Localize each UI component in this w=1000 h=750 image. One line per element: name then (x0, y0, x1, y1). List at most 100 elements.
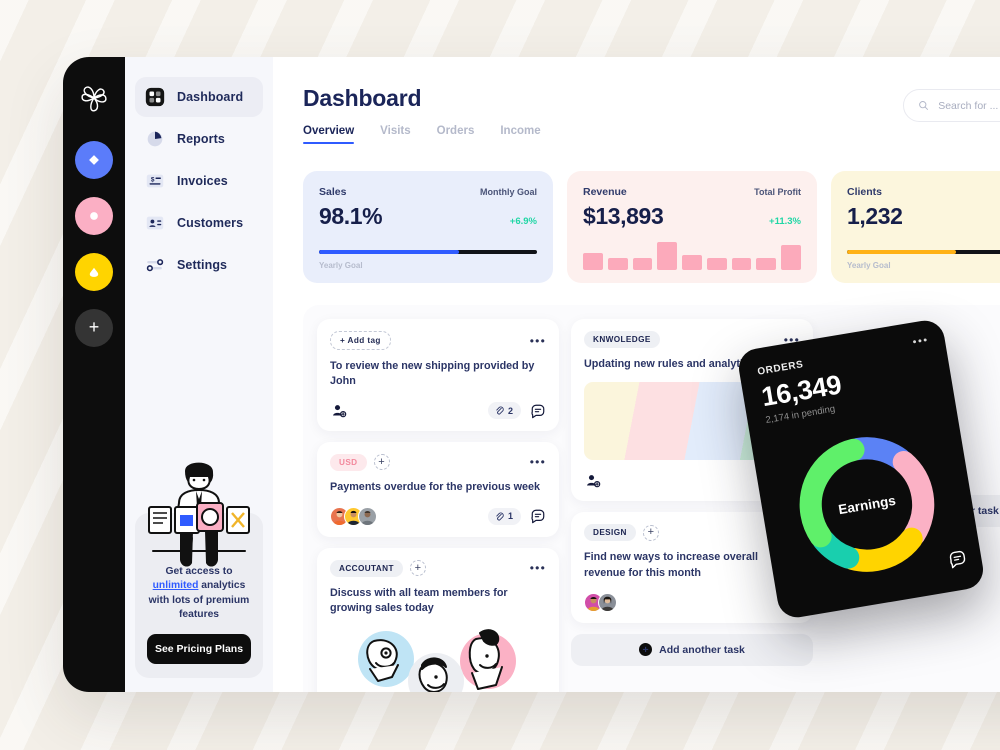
task-header: ACCOUTANT + ••• (330, 559, 546, 577)
task-header: KNWOLEDGE ••• (584, 331, 800, 348)
svg-text:$: $ (151, 177, 155, 184)
sparkline-bar (632, 258, 653, 270)
page-title: Dashboard (303, 85, 422, 111)
sidebar-item-invoices[interactable]: $ Invoices (135, 161, 263, 201)
stat-value-row: 1,232 +3.2% (847, 203, 1000, 230)
stat-card-clients: Clients Subscribed 1,232 +3.2% Yearly Go… (831, 171, 1000, 283)
add-task-label: Add another task (659, 643, 745, 656)
task-tag[interactable]: KNWOLEDGE (584, 331, 660, 348)
grid-icon (145, 87, 165, 107)
pie-chart-icon (147, 131, 163, 147)
avatar[interactable] (598, 592, 617, 612)
user-card-icon (146, 216, 164, 230)
attachment-count[interactable]: 2 (487, 402, 521, 420)
add-tag-icon[interactable]: + (642, 524, 659, 541)
workspace-blue[interactable] (75, 141, 113, 179)
add-person-icon[interactable] (584, 472, 602, 490)
sidebar: Dashboard Reports $ Invoices Customers S… (125, 57, 273, 692)
task-text: Find new ways to increase overall revenu… (584, 551, 759, 579)
tab-income[interactable]: Income (500, 125, 540, 144)
stat-value-row: $13,893 +11.3% (583, 203, 801, 230)
stat-delta: +6.9% (509, 216, 537, 227)
plus-icon: + (88, 317, 100, 337)
sidebar-item-settings[interactable]: Settings (135, 245, 263, 285)
tab-overview[interactable]: Overview (303, 125, 355, 144)
avatar-group (584, 592, 617, 612)
screen: + Dashboard Reports $ Invoices Customers… (0, 0, 1000, 750)
workspace-yellow[interactable] (75, 253, 113, 291)
progress-track (319, 250, 537, 254)
add-tag-icon[interactable]: + (373, 454, 390, 471)
orders-card[interactable]: ••• ORDERS 16,349 2,174 in pending Earni… (735, 317, 987, 621)
add-task-button[interactable]: + Add another task (571, 633, 813, 666)
sidebar-item-label: Reports (177, 132, 225, 146)
sparkline-bar (682, 254, 702, 270)
task-footer: 2 (330, 402, 546, 420)
avatar-group (330, 506, 377, 526)
search-icon (919, 101, 929, 110)
board-column-1: + Add tag ••• To review the new shipping… (317, 319, 559, 692)
paperclip-icon (496, 406, 504, 415)
sidebar-item-reports[interactable]: Reports (135, 119, 263, 159)
sparkline-bar (781, 244, 802, 270)
avatar[interactable] (358, 506, 377, 526)
sidebar-item-customers[interactable]: Customers (135, 203, 263, 243)
search-bar[interactable] (903, 89, 1000, 122)
task-tag[interactable]: USD (330, 453, 367, 471)
search-input[interactable] (938, 99, 1000, 112)
add-person-icon[interactable] (330, 402, 348, 420)
add-tag-icon[interactable]: + (409, 560, 426, 577)
promo-link[interactable]: unlimited (153, 580, 199, 591)
workspace-pink[interactable] (75, 197, 113, 235)
task-header: USD + ••• (330, 453, 546, 471)
more-horizontal-icon[interactable]: ••• (530, 456, 546, 468)
sidebar-item-label: Settings (177, 258, 228, 272)
more-horizontal-icon[interactable]: ••• (530, 335, 546, 347)
stat-header: Sales Monthly Goal (319, 186, 537, 198)
promo-card: Get access to unlimited analytics with l… (135, 462, 263, 678)
earnings-donut-chart: Earnings (782, 419, 952, 589)
sliders-icon (146, 259, 164, 272)
workspace-add-button[interactable]: + (75, 309, 113, 347)
task-tag[interactable]: DESIGN (584, 524, 636, 542)
stat-caption: Yearly Goal (847, 261, 891, 270)
attachment-count[interactable]: 1 (487, 507, 521, 525)
drop-icon (89, 267, 99, 277)
task-tag[interactable]: ACCOUTANT (330, 559, 403, 577)
stat-value-row: 98.1% +6.9% (319, 203, 537, 230)
sidebar-item-label: Dashboard (177, 90, 244, 104)
stat-card-row: Sales Monthly Goal 98.1% +6.9% Yearly Go… (303, 171, 1000, 283)
attachment-number: 2 (507, 405, 513, 416)
progress-track (847, 250, 1000, 254)
sidebar-item-label: Invoices (177, 174, 228, 188)
stat-header: Clients Subscribed (847, 186, 1000, 198)
see-pricing-plans-button[interactable]: See Pricing Plans (147, 634, 251, 664)
task-card[interactable]: + Add tag ••• To review the new shipping… (317, 319, 559, 431)
comment-icon[interactable] (947, 548, 969, 570)
comment-icon[interactable] (530, 403, 546, 419)
sparkline-bar (706, 258, 727, 270)
task-text: To review the new shipping provided by J… (330, 360, 535, 388)
paperclip-icon (496, 512, 504, 521)
diamond-icon (89, 155, 99, 165)
task-card[interactable]: USD + ••• Payments overdue for the previ… (317, 441, 559, 537)
sparkline-bar (657, 242, 678, 270)
stat-subtitle: Monthly Goal (480, 187, 537, 197)
tab-orders[interactable]: Orders (437, 125, 475, 144)
circle-icon (90, 212, 98, 220)
three-people-doodle (358, 628, 516, 692)
tab-visits[interactable]: Visits (380, 125, 410, 144)
workspace-rail: + (63, 57, 125, 692)
task-text: Discuss with all team members for growin… (330, 586, 508, 615)
more-horizontal-icon[interactable]: ••• (530, 562, 546, 574)
comment-icon[interactable] (530, 508, 546, 524)
task-card[interactable]: ACCOUTANT + ••• Discuss with all team me… (317, 547, 559, 692)
header-titles: Dashboard Overview Visits Orders Income (303, 85, 541, 144)
add-tag-button[interactable]: + Add tag (330, 331, 391, 350)
progress-fill (847, 250, 956, 254)
top-bar: Dashboard Overview Visits Orders Income (303, 85, 1000, 144)
sidebar-item-dashboard[interactable]: Dashboard (135, 77, 263, 117)
flower-logo-icon (81, 86, 107, 112)
sparkline-bar (756, 258, 777, 270)
stat-value: $13,893 (583, 203, 664, 229)
